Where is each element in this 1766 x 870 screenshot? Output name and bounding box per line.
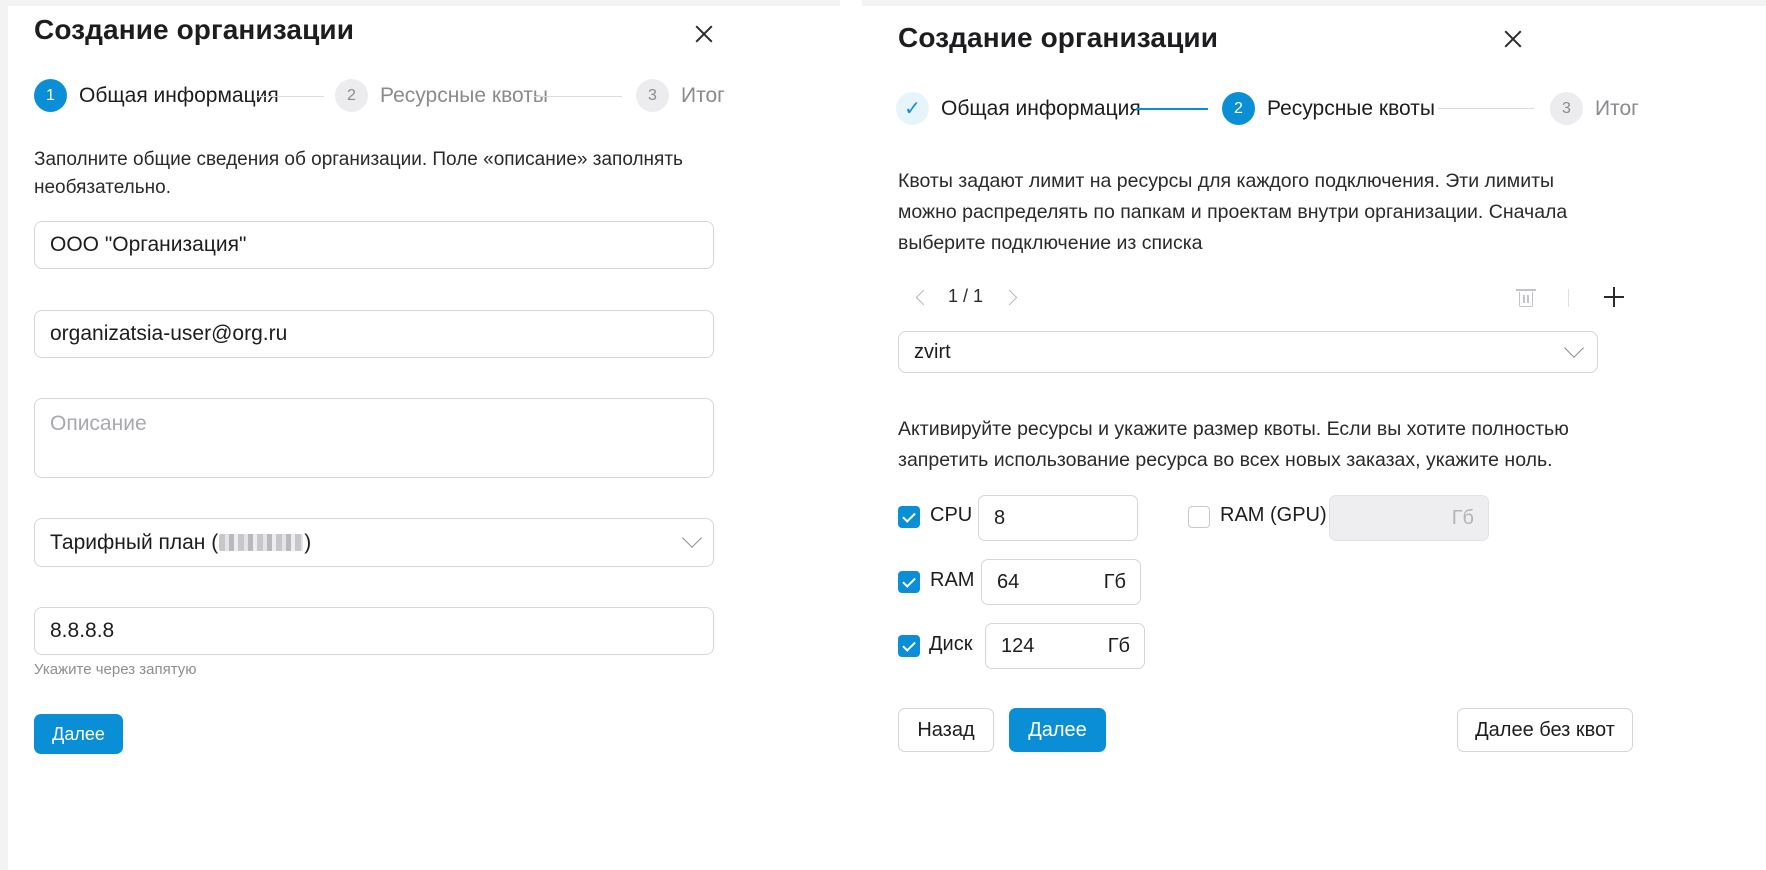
disk-checkbox[interactable] <box>898 635 920 657</box>
tariff-plan-select[interactable]: Тарифный план () <box>34 518 714 567</box>
step-label: Общая информация <box>941 96 1141 120</box>
dialog-title: Создание организации <box>34 14 355 45</box>
tariff-plan-suffix: ) <box>304 530 312 554</box>
next-page-icon[interactable] <box>1001 289 1018 306</box>
step-label: Итог <box>1595 96 1639 120</box>
step-summary: 3 Итог <box>636 79 725 112</box>
step-connector <box>534 96 622 97</box>
next-button[interactable]: Далее <box>1009 708 1106 752</box>
ram-label: RAM <box>930 569 975 591</box>
check-icon: ✓ <box>896 92 929 125</box>
trash-icon[interactable] <box>1516 287 1536 307</box>
toolbar-divider <box>1568 289 1569 307</box>
dns-value: 8.8.8.8 <box>50 619 115 642</box>
cpu-quota-input[interactable]: 8 <box>978 495 1138 541</box>
dns-hint: Укажите через запятую <box>34 661 197 678</box>
ram-gpu-unit: Гб <box>1451 506 1474 529</box>
step-general-info: 1 Общая информация <box>34 79 279 112</box>
chevron-down-icon <box>682 528 702 548</box>
step-general-info: ✓ Общая информация <box>896 92 1141 125</box>
step-number: 2 <box>335 79 368 112</box>
ram-checkbox[interactable] <box>898 571 920 593</box>
email-value: organizatsia-user@org.ru <box>50 322 288 345</box>
disk-value: 124 <box>1001 634 1035 657</box>
disk-label: Диск <box>929 633 973 655</box>
step-label: Общая информация <box>79 83 279 107</box>
ram-value: 64 <box>997 570 1020 593</box>
left-dialog-backdrop: Создание организации 1 Общая информация … <box>0 0 840 870</box>
next-button[interactable]: Далее <box>34 714 123 754</box>
quotas-intro-text: Квоты задают лимит на ресурсы для каждог… <box>898 170 1568 254</box>
resources-instruction-text: Активируйте ресурсы и укажите размер кво… <box>898 418 1569 471</box>
left-dialog: Создание организации 1 Общая информация … <box>8 6 840 870</box>
cpu-checkbox[interactable] <box>898 506 920 528</box>
ram-gpu-label: RAM (GPU) <box>1220 504 1327 526</box>
step-number: 3 <box>1550 92 1583 125</box>
organization-name-input[interactable]: ООО "Организация" <box>34 221 714 269</box>
step-summary: 3 Итог <box>1550 92 1639 125</box>
step-number: 3 <box>636 79 669 112</box>
description-textarea[interactable]: Описание <box>34 398 714 478</box>
disk-unit: Гб <box>1107 634 1130 657</box>
step-number: 2 <box>1222 92 1255 125</box>
step-number: 1 <box>34 79 67 112</box>
close-icon[interactable] <box>694 24 714 44</box>
prev-page-icon[interactable] <box>915 289 932 306</box>
back-button[interactable]: Назад <box>898 708 994 752</box>
skip-quotas-button[interactable]: Далее без квот <box>1457 708 1633 752</box>
right-dialog: Создание организации ✓ Общая информация … <box>862 6 1766 870</box>
cpu-label: CPU <box>930 504 973 526</box>
add-icon[interactable] <box>1604 287 1624 307</box>
connection-select[interactable]: zvirt <box>898 331 1598 373</box>
chevron-down-icon <box>1564 338 1584 358</box>
dns-input[interactable]: 8.8.8.8 <box>34 607 714 655</box>
connection-value: zvirt <box>914 340 951 363</box>
pager-counter: 1 / 1 <box>948 286 984 306</box>
step-label: Ресурсные квоты <box>1267 96 1435 120</box>
ram-unit: Гб <box>1103 570 1126 593</box>
step-resource-quotas: 2 Ресурсные квоты <box>335 79 548 112</box>
cpu-value: 8 <box>994 506 1006 529</box>
close-icon[interactable] <box>1503 29 1523 49</box>
step-connector <box>256 96 324 97</box>
right-dialog-backdrop: Создание организации ✓ Общая информация … <box>862 0 1766 870</box>
dialog-title: Создание организации <box>898 22 1219 53</box>
ram-gpu-quota-input: Гб <box>1329 495 1489 541</box>
intro-text: Заполните общие сведения об организации.… <box>34 149 683 198</box>
description-placeholder: Описание <box>50 412 147 435</box>
ram-quota-input[interactable]: 64 Гб <box>981 559 1141 605</box>
step-resource-quotas: 2 Ресурсные квоты <box>1222 92 1435 125</box>
disk-quota-input[interactable]: 124 Гб <box>985 623 1145 669</box>
tariff-plan-prefix: Тарифный план ( <box>50 530 219 554</box>
step-connector <box>1136 108 1208 110</box>
ram-gpu-checkbox[interactable] <box>1188 506 1210 528</box>
email-field[interactable]: organizatsia-user@org.ru <box>34 310 714 358</box>
step-connector <box>1438 108 1534 109</box>
step-label: Ресурсные квоты <box>380 83 548 107</box>
organization-name-value: ООО "Организация" <box>50 233 247 256</box>
step-label: Итог <box>681 83 725 107</box>
redacted-tariff-name <box>219 534 304 551</box>
